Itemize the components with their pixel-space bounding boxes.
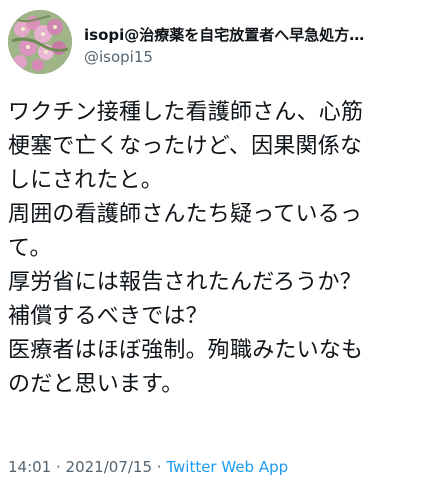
tweet-time[interactable]: 14:01	[8, 458, 51, 476]
tweet-text-line: 梗塞で亡くなったけど、因果関係な	[8, 134, 363, 159]
tweet-text-line: ワクチン接種した看護師さん、心筋	[8, 100, 364, 125]
tweet-text-line: 医療者はほぼ強制。殉職みたいなも	[8, 338, 364, 363]
meta-separator: ·	[51, 458, 66, 476]
flower-avatar-icon	[8, 10, 72, 74]
tweet-text: ワクチン接種した看護師さん、心筋 梗塞で亡くなったけど、因果関係な しにされたと…	[8, 96, 428, 402]
tweet-text-line: 補償するべきでは？	[8, 304, 208, 329]
tweet-header: isopi@治療薬を自宅放置者へ早急処方… @isopi15	[8, 10, 436, 80]
tweet-text-line: 周囲の看護師さんたち疑っているっ	[8, 202, 363, 227]
tweet-text-line: のだと思います。	[8, 372, 184, 397]
tweet-text-line: 厚労省には報告されたんだろうか？	[8, 270, 362, 295]
tweet-author[interactable]: isopi@治療薬を自宅放置者へ早急処方… @isopi15	[84, 25, 434, 67]
tweet-date[interactable]: 2021/07/15	[66, 458, 152, 476]
meta-separator: ·	[152, 458, 167, 476]
tweet-text-line: しにされたと。	[8, 168, 163, 193]
author-display-name[interactable]: isopi@治療薬を自宅放置者へ早急処方…	[84, 25, 434, 45]
tweet-text-line: て。	[8, 236, 52, 261]
author-handle[interactable]: @isopi15	[84, 47, 434, 67]
tweet-source-app[interactable]: Twitter Web App	[166, 458, 288, 476]
avatar[interactable]	[8, 10, 72, 74]
tweet-card: isopi@治療薬を自宅放置者へ早急処方… @isopi15 ワクチン接種した看…	[0, 0, 444, 495]
tweet-meta: 14:01 · 2021/07/15 · Twitter Web App	[8, 457, 288, 477]
